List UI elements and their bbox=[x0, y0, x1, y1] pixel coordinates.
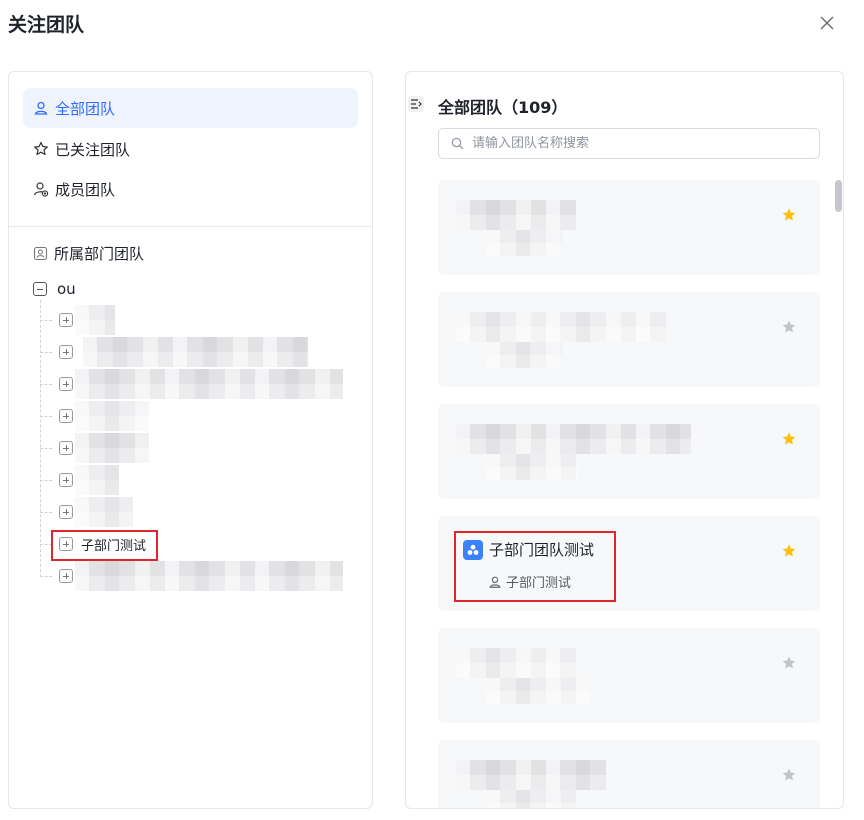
expand-icon[interactable] bbox=[59, 569, 73, 583]
tree-connector bbox=[40, 351, 52, 353]
tree-connector bbox=[40, 575, 52, 577]
nav-item-member-teams[interactable]: 成员团队 bbox=[23, 169, 358, 209]
redacted-label bbox=[75, 465, 119, 495]
redacted-label bbox=[83, 337, 308, 367]
section-divider bbox=[9, 226, 372, 227]
nav-item-label: 已关注团队 bbox=[55, 140, 131, 159]
expand-icon[interactable] bbox=[59, 313, 73, 327]
team-card[interactable] bbox=[438, 740, 820, 808]
expand-icon[interactable] bbox=[59, 505, 73, 519]
tree-connector bbox=[40, 511, 52, 513]
search-box[interactable] bbox=[438, 128, 820, 159]
redacted-label bbox=[75, 401, 149, 431]
team-card[interactable] bbox=[438, 628, 820, 723]
team-card[interactable] bbox=[438, 404, 820, 499]
tree-node[interactable] bbox=[40, 305, 115, 335]
redacted-team-department bbox=[486, 790, 576, 808]
star-outline-icon bbox=[34, 141, 48, 156]
redacted-team-name bbox=[456, 312, 666, 342]
star-icon[interactable] bbox=[781, 767, 797, 783]
nav-item-label: 成员团队 bbox=[55, 180, 116, 199]
close-button[interactable] bbox=[816, 12, 838, 34]
tree-node[interactable] bbox=[40, 369, 343, 399]
redacted-label bbox=[75, 369, 343, 399]
search-input[interactable] bbox=[472, 136, 792, 151]
dept-section-header: 所属部门团队 bbox=[33, 243, 144, 264]
redacted-label bbox=[75, 561, 343, 591]
team-list-panel: 全部团队（109） 子部门团队测试 子部门测试 bbox=[405, 71, 844, 809]
expand-icon[interactable] bbox=[59, 377, 73, 391]
redacted-team-department bbox=[486, 342, 562, 368]
star-icon[interactable] bbox=[781, 431, 797, 447]
user-outline-icon bbox=[34, 101, 48, 115]
tree-node[interactable] bbox=[40, 401, 149, 431]
redacted-team-department bbox=[486, 230, 562, 256]
team-filter-panel: 全部团队 已关注团队 成员团队 所属部门团队 ou 子部门测试 bbox=[8, 71, 373, 809]
tree-connector bbox=[40, 479, 52, 481]
team-card[interactable] bbox=[438, 292, 820, 387]
redacted-team-department bbox=[486, 454, 578, 480]
redacted-team-name bbox=[456, 200, 576, 230]
expand-icon[interactable] bbox=[59, 345, 73, 359]
star-icon[interactable] bbox=[781, 543, 797, 559]
star-icon[interactable] bbox=[781, 655, 797, 671]
tree-root-node[interactable]: ou bbox=[33, 280, 76, 298]
team-list-title: 全部团队（109） bbox=[438, 98, 568, 117]
expand-icon[interactable] bbox=[59, 473, 73, 487]
tree-node[interactable] bbox=[40, 433, 149, 463]
team-card[interactable] bbox=[438, 180, 820, 275]
redacted-team-name bbox=[456, 648, 576, 678]
member-icon bbox=[33, 182, 49, 197]
redacted-label bbox=[75, 433, 149, 463]
tree-node[interactable] bbox=[40, 561, 343, 591]
tree-node[interactable] bbox=[40, 337, 308, 367]
expand-icon[interactable] bbox=[59, 409, 73, 423]
close-icon bbox=[820, 16, 834, 30]
search-icon bbox=[451, 137, 464, 150]
tree-connector bbox=[40, 447, 52, 449]
tree-connector bbox=[40, 415, 52, 417]
nav-item-followed-teams[interactable]: 已关注团队 bbox=[23, 129, 358, 169]
redacted-team-name bbox=[456, 760, 606, 790]
tree-connector bbox=[40, 319, 52, 321]
collapse-sidebar-button[interactable] bbox=[408, 96, 424, 112]
star-icon[interactable] bbox=[781, 207, 797, 223]
dept-section-label: 所属部门团队 bbox=[54, 245, 145, 263]
redacted-team-department bbox=[486, 678, 590, 704]
department-icon bbox=[33, 246, 48, 261]
redacted-label bbox=[75, 497, 133, 527]
tree-root-label: ou bbox=[57, 280, 76, 298]
scrollbar-thumb[interactable] bbox=[835, 180, 842, 212]
collapse-icon bbox=[411, 99, 422, 109]
highlight-annotation bbox=[51, 530, 158, 561]
dialog-title: 关注团队 bbox=[8, 14, 85, 36]
redacted-label bbox=[75, 305, 115, 335]
redacted-team-name bbox=[456, 424, 691, 454]
star-icon[interactable] bbox=[781, 319, 797, 335]
tree-connector bbox=[40, 383, 52, 385]
nav-item-label: 全部团队 bbox=[55, 99, 116, 118]
tree-node[interactable] bbox=[40, 497, 133, 527]
nav-item-all-teams[interactable]: 全部团队 bbox=[23, 88, 358, 128]
highlight-annotation bbox=[454, 531, 616, 602]
collapse-icon[interactable] bbox=[33, 282, 47, 296]
expand-icon[interactable] bbox=[59, 441, 73, 455]
tree-node[interactable] bbox=[40, 465, 119, 495]
